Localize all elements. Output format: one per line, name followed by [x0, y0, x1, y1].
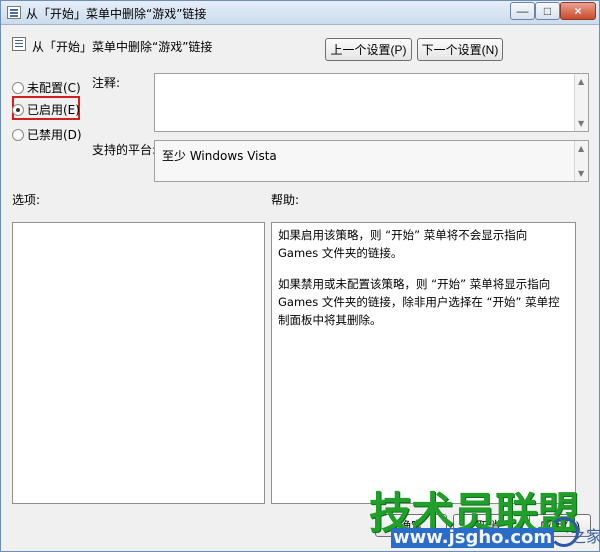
- not-configured-option[interactable]: 未配置(C): [12, 79, 81, 96]
- policy-icon: [7, 6, 21, 19]
- enabled-label: 已启用(E): [27, 103, 80, 117]
- scroll-down-icon[interactable]: ▼: [578, 119, 584, 128]
- close-button[interactable]: ×: [560, 2, 596, 20]
- comment-textarea[interactable]: ▲ ▼: [154, 73, 589, 132]
- help-paragraph-2: 如果禁用或未配置该策略，则 “开始” 菜单将显示指向 Games 文件夹的链接，…: [278, 277, 560, 327]
- policy-settings-window: 从「开始」菜单中删除“游戏”链接 — □ × 从「开始」菜单中删除“游戏”链接 …: [0, 0, 600, 552]
- maximize-icon: □: [543, 4, 552, 18]
- watermark-sub: 之家: [570, 527, 600, 546]
- supported-on-label: 支持的平台:: [92, 143, 157, 157]
- comment-label: 注释:: [92, 76, 121, 90]
- comment-scrollbar[interactable]: ▲ ▼: [574, 74, 588, 131]
- scroll-down-icon[interactable]: ▼: [578, 169, 584, 178]
- scroll-up-icon[interactable]: ▲: [578, 77, 584, 86]
- setting-icon: [12, 37, 26, 51]
- minimize-button[interactable]: —: [510, 2, 535, 20]
- radio-not-configured[interactable]: [12, 81, 24, 94]
- supported-on-value: 至少 Windows Vista: [162, 149, 277, 163]
- supported-on-field: 至少 Windows Vista ▲ ▼: [154, 140, 589, 182]
- previous-setting-button[interactable]: 上一个设置(P): [325, 38, 412, 61]
- setting-title: 从「开始」菜单中删除“游戏”链接: [32, 40, 213, 54]
- radio-disabled[interactable]: [12, 128, 24, 141]
- watermark-url: www.jsgho.com: [391, 527, 555, 548]
- enabled-option[interactable]: 已启用(E): [12, 101, 80, 118]
- next-setting-button[interactable]: 下一个设置(N): [417, 38, 503, 61]
- help-panel: 如果启用该策略，则 “开始” 菜单将不会显示指向 Games 文件夹的链接。 如…: [271, 222, 576, 504]
- options-panel: [12, 222, 265, 504]
- help-label: 帮助:: [271, 193, 300, 207]
- help-text: 如果启用该策略，则 “开始” 菜单将不会显示指向 Games 文件夹的链接。 如…: [278, 226, 570, 342]
- title-bar: 从「开始」菜单中删除“游戏”链接 — □ ×: [1, 1, 599, 25]
- minimize-icon: —: [516, 4, 529, 18]
- radio-enabled[interactable]: [12, 103, 24, 116]
- disabled-label: 已禁用(D): [27, 128, 82, 142]
- help-paragraph-1: 如果启用该策略，则 “开始” 菜单将不会显示指向 Games 文件夹的链接。: [278, 228, 528, 260]
- options-label: 选项:: [12, 193, 41, 207]
- window-title: 从「开始」菜单中删除“游戏”链接: [26, 7, 207, 21]
- not-configured-label: 未配置(C): [27, 81, 81, 95]
- scroll-up-icon[interactable]: ▲: [578, 144, 584, 153]
- close-icon: ×: [574, 4, 582, 18]
- maximize-button[interactable]: □: [535, 2, 560, 20]
- supported-on-scrollbar[interactable]: ▲ ▼: [574, 141, 588, 181]
- disabled-option[interactable]: 已禁用(D): [12, 126, 82, 143]
